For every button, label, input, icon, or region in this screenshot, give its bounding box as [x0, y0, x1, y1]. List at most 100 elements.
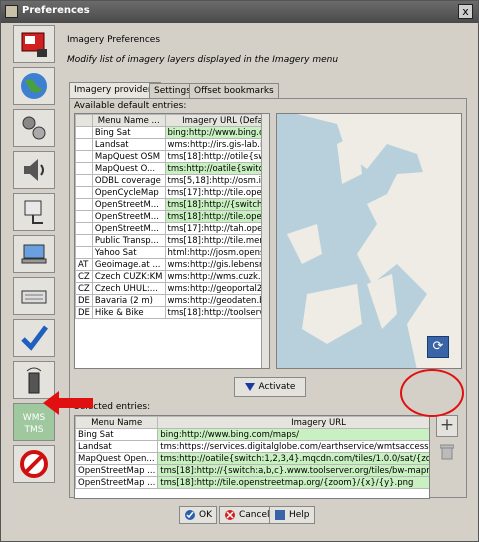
advanced-tab[interactable] [13, 235, 55, 273]
help-icon [275, 510, 285, 520]
table-row[interactable]: Yahoo Sathtml:http://josm.openstree... [75, 246, 269, 259]
table-row[interactable]: CZCzech CUZK:KMwms:http://wms.cuzk.cz/w.… [75, 270, 269, 283]
table-row[interactable]: MapQuest OSMtms[18]:http://otile{switch:… [75, 150, 269, 163]
country-code-cell [75, 126, 93, 139]
refresh-map-button[interactable]: ⟳ [427, 336, 449, 358]
table-row[interactable]: OpenStreetMap ... tms[18]:http://tile.ope… [75, 476, 429, 489]
tab-imagery-providers[interactable]: Imagery providers [69, 82, 162, 99]
validator-tab[interactable] [13, 319, 55, 357]
country-code-cell [75, 246, 93, 259]
globe-icon [21, 73, 47, 99]
title-bar[interactable]: Preferences x [1, 1, 478, 23]
shortcuts-tab[interactable] [13, 277, 55, 315]
imagery-url-cell: tms[17]:http://tile.opencyc... [164, 186, 269, 199]
table-row[interactable]: Public Transp...tms[18]:http://tile.memo… [75, 234, 269, 247]
menu-name-cell: Public Transp... [91, 234, 166, 247]
menu-name-cell: Bavaria (2 m) [91, 294, 166, 307]
column-header-menu-name[interactable]: Menu Name ... [91, 114, 166, 127]
annotation-circle [400, 369, 464, 417]
imagery-url-cell: wms:http://geodaten.baye... [164, 294, 269, 307]
menu-name-cell: Yahoo Sat [91, 246, 166, 259]
table-row[interactable]: OpenStreetM...tms[17]:http://tah.openstr… [75, 222, 269, 235]
table-row[interactable]: OpenStreetM...tms[18]:http://{switch:a,b… [75, 198, 269, 211]
table-row[interactable]: ODBL coveragetms[5,18]:http://osm.infor.… [75, 174, 269, 187]
remove-entry-button[interactable] [436, 441, 458, 463]
table-row[interactable]: OpenCycleMaptms[17]:http://tile.opencyc.… [75, 186, 269, 199]
country-code-cell [75, 174, 93, 187]
imagery-url-cell: tms[17]:http://tah.openstr... [164, 222, 269, 235]
table-row[interactable]: DEHike & Biketms[18]:http://toolserver..… [75, 306, 269, 319]
table-row[interactable]: OpenStreetM...tms[18]:http://tile.openst… [75, 210, 269, 223]
table-row[interactable]: MapQuest O...tms:http://oatile{switch:1.… [75, 162, 269, 175]
display-preferences-tab[interactable] [13, 25, 55, 63]
plugin-icon [22, 116, 46, 140]
cancel-icon [225, 510, 235, 520]
table-row[interactable]: Bing Satbing:http://www.bing.com/... [75, 126, 269, 139]
imagery-url-cell: tms:https://services.digitalglobe.com/ea… [157, 440, 429, 453]
plugins-tab[interactable] [13, 109, 55, 147]
menu-name-cell: OpenStreetMap ... [75, 464, 159, 477]
menu-name-cell: Hike & Bike [91, 306, 166, 319]
close-button[interactable]: x [458, 4, 473, 19]
column-header-imagery-url-default[interactable]: Imagery URL (Default) [164, 114, 269, 127]
imagery-preferences-pane: Imagery Preferences Modify list of image… [61, 25, 471, 501]
cancel-button[interactable]: Cancel [219, 506, 275, 524]
coverage-map[interactable]: ⟳ [276, 113, 462, 369]
country-code-cell [75, 138, 93, 151]
imagery-url-cell: tms[18]:http://tile.openstreetmap.org/{z… [157, 476, 429, 489]
imagery-url-cell: tms[18]:http://{switch:a,b,c}.www.toolse… [157, 464, 429, 477]
menu-name-cell: Landsat [91, 138, 166, 151]
column-header-imagery-url[interactable]: Imagery URL [157, 416, 429, 429]
menu-name-cell: MapQuest Open... [75, 452, 159, 465]
activate-button[interactable]: Activate [234, 377, 306, 397]
default-entries-scrollbar[interactable] [261, 114, 269, 368]
menu-name-cell: Geoimage.at ... [91, 258, 166, 271]
add-entry-button[interactable]: + [436, 415, 458, 437]
imagery-url-cell: tms[18]:http://tile.openstr... [164, 210, 269, 223]
column-header-country[interactable] [75, 114, 93, 127]
menu-name-cell: ODBL coverage [91, 174, 166, 187]
display-preferences-icon [21, 32, 47, 57]
default-entries-table[interactable]: Menu Name ... Imagery URL (Default) Bing… [74, 113, 270, 369]
table-header-row: Menu Name Imagery URL [75, 416, 429, 429]
country-code-cell [75, 198, 93, 211]
table-row[interactable]: OpenStreetMap ... tms[18]:http://{switch:… [75, 464, 429, 477]
table-row[interactable]: Bing Sat bing:http://www.bing.com/maps/ [75, 428, 429, 441]
europe-map-image [277, 114, 461, 368]
selected-entries-table[interactable]: Menu Name Imagery URL Bing Sat bing:http:… [74, 415, 430, 499]
laptop-icon [21, 244, 47, 264]
pane-title: Imagery Preferences [67, 35, 161, 45]
cancel-label: Cancel [239, 510, 270, 520]
ok-button[interactable]: OK [179, 506, 217, 524]
country-code-cell: CZ [75, 270, 93, 283]
speaker-icon [24, 159, 44, 181]
table-row[interactable]: ATGeoimage.at ...wms:http://gis.lebensmi… [75, 258, 269, 271]
imagery-url-cell: tms[5,18]:http://osm.infor... [164, 174, 269, 187]
no-entry-sign-icon [20, 450, 48, 478]
column-header-menu-name[interactable]: Menu Name [75, 416, 159, 429]
dialog-footer: OK Cancel Help [1, 506, 478, 536]
table-row[interactable]: Landsat tms:https://services.digitalglobe… [75, 440, 429, 453]
restrictions-tab[interactable] [13, 445, 55, 483]
imagery-url-cell: wms:http://wms.cuzk.cz/w... [164, 270, 269, 283]
table-row[interactable]: Landsatwms:http://irs.gis-lab.info/... [75, 138, 269, 151]
connection-tab[interactable] [13, 193, 55, 231]
country-code-cell [75, 186, 93, 199]
audio-tab[interactable] [13, 151, 55, 189]
map-projection-tab[interactable] [13, 67, 55, 105]
table-row[interactable]: CZCzech UHUL:...wms:http://geoportal2.uh… [75, 282, 269, 295]
tab-offset-bookmarks[interactable]: Offset bookmarks [189, 83, 279, 99]
help-button[interactable]: Help [269, 506, 315, 524]
menu-name-cell: OpenStreetM... [91, 210, 166, 223]
imagery-url-cell: tms:http://oatile{switch:1... [164, 162, 269, 175]
imagery-url-cell: tms[18]:http://toolserver.... [164, 306, 269, 319]
annotation-arrow-icon [43, 391, 93, 415]
connection-icon [24, 200, 43, 224]
imagery-url-cell: wms:http://geoportal2.uhu... [164, 282, 269, 295]
app-icon [5, 5, 18, 18]
table-row[interactable]: DEBavaria (2 m)wms:http://geodaten.baye.… [75, 294, 269, 307]
table-row[interactable]: MapQuest Open... tms:http://oatile{switch… [75, 452, 429, 465]
country-code-cell [75, 210, 93, 223]
imagery-url-cell: bing:http://www.bing.com/maps/ [157, 428, 429, 441]
menu-name-cell: MapQuest OSM [91, 150, 166, 163]
